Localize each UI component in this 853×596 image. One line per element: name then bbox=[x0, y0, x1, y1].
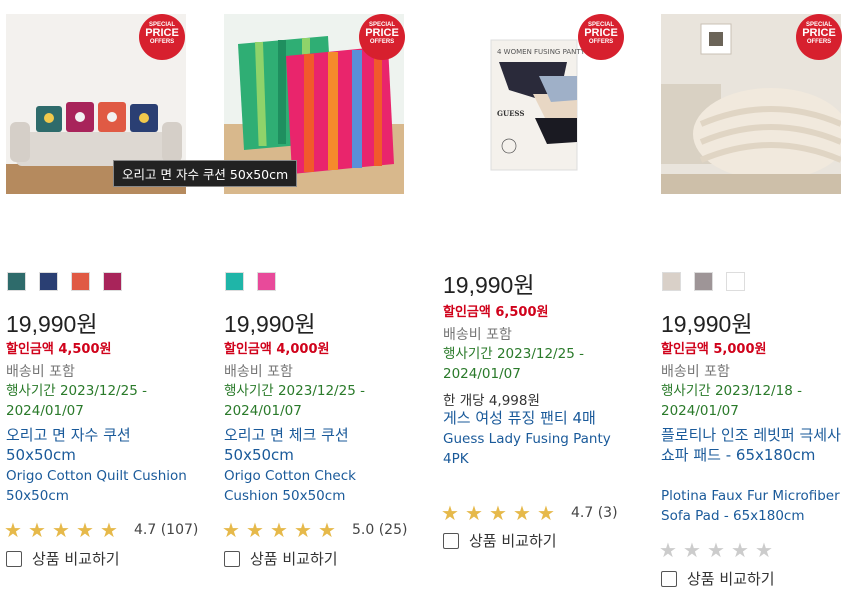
compare-label: 상품 비교하기 bbox=[250, 550, 338, 568]
star-icon: ★ bbox=[246, 518, 264, 542]
shipping-info: 배송비 포함 bbox=[224, 364, 293, 380]
pack-text: 4 WOMEN FUSING PANTY bbox=[497, 48, 586, 56]
badge-text: OFFERS bbox=[588, 39, 614, 45]
color-swatch[interactable] bbox=[71, 272, 90, 291]
star-icon: ★ bbox=[659, 538, 677, 562]
badge-text: PRICE bbox=[365, 27, 399, 39]
compare-checkbox[interactable]: 상품 비교하기 bbox=[224, 548, 338, 569]
star-icon: ★ bbox=[755, 538, 773, 562]
rating: ★ ★ ★ ★ ★ bbox=[659, 540, 777, 560]
checkbox-icon[interactable] bbox=[6, 550, 22, 567]
badge-text: PRICE bbox=[802, 27, 836, 39]
compare-checkbox[interactable]: 상품 비교하기 bbox=[443, 530, 557, 551]
rating-text: 5.0 (25) bbox=[352, 522, 408, 538]
product-name-en[interactable]: Origo Cotton Quilt Cushion 50x50cm bbox=[6, 466, 196, 506]
color-swatch[interactable] bbox=[225, 272, 244, 291]
product-name-en[interactable]: Guess Lady Fusing Panty 4PK bbox=[443, 429, 613, 469]
badge-text: OFFERS bbox=[369, 39, 395, 45]
star-icon: ★ bbox=[222, 518, 240, 542]
rating: ★ ★ ★ ★ ★ 5.0 (25) bbox=[222, 520, 407, 540]
checkbox-icon[interactable] bbox=[443, 532, 459, 549]
special-price-badge: SPECIAL PRICE OFFERS bbox=[796, 14, 842, 60]
shipping-info: 배송비 포함 bbox=[443, 327, 512, 343]
product-tooltip: 오리고 면 자수 쿠션 50x50cm bbox=[113, 160, 298, 187]
color-swatch[interactable] bbox=[7, 272, 26, 291]
shipping-info: 배송비 포함 bbox=[661, 364, 730, 380]
product-name-en[interactable]: Origo Cotton Check Cushion 50x50cm bbox=[224, 466, 414, 506]
badge-text: PRICE bbox=[145, 27, 179, 39]
promo-period: 행사기간 2023/12/25 - 2024/01/07 bbox=[224, 381, 424, 421]
period-start: 행사기간 2023/12/18 - bbox=[661, 383, 802, 399]
compare-checkbox[interactable]: 상품 비교하기 bbox=[661, 568, 775, 589]
period-start: 행사기간 2023/12/25 - bbox=[224, 383, 365, 399]
compare-checkbox[interactable]: 상품 비교하기 bbox=[6, 548, 120, 569]
product-name-en[interactable]: Plotina Faux Fur Microfiber Sofa Pad - 6… bbox=[661, 486, 841, 526]
badge-text: OFFERS bbox=[806, 39, 832, 45]
period-end: 2024/01/07 bbox=[224, 403, 302, 419]
checkbox-icon[interactable] bbox=[661, 570, 677, 587]
period-start: 행사기간 2023/12/25 - bbox=[6, 383, 147, 399]
star-icon: ★ bbox=[270, 518, 288, 542]
shipping-info: 배송비 포함 bbox=[6, 364, 75, 380]
discount-amount: 할인금액 4,500원 bbox=[6, 342, 112, 357]
compare-label: 상품 비교하기 bbox=[469, 532, 557, 550]
compare-label: 상품 비교하기 bbox=[687, 570, 775, 588]
star-icon: ★ bbox=[52, 518, 70, 542]
color-swatch[interactable] bbox=[257, 272, 276, 291]
badge-text: OFFERS bbox=[149, 39, 175, 45]
period-start: 행사기간 2023/12/25 - bbox=[443, 346, 584, 362]
color-swatches bbox=[7, 272, 122, 291]
discount-amount: 할인금액 6,500원 bbox=[443, 305, 549, 320]
product-name-ko[interactable]: 오리고 면 자수 쿠션 50x50cm bbox=[6, 425, 186, 465]
product-name-ko[interactable]: 플로티나 인조 레빗퍼 극세사 쇼파 패드 - 65x180cm bbox=[661, 425, 843, 465]
color-swatch[interactable] bbox=[662, 272, 681, 291]
special-price-badge: SPECIAL PRICE OFFERS bbox=[578, 14, 624, 60]
star-icon: ★ bbox=[294, 518, 312, 542]
promo-period: 행사기간 2023/12/25 - 2024/01/07 bbox=[443, 344, 643, 384]
star-icon: ★ bbox=[4, 518, 22, 542]
price: 19,990원 bbox=[224, 311, 316, 337]
rating: ★ ★ ★ ★ ★ 4.7 (3) bbox=[441, 503, 618, 523]
unit-price: 한 개당 4,998원 bbox=[443, 393, 540, 409]
color-swatch[interactable] bbox=[694, 272, 713, 291]
color-swatch[interactable] bbox=[39, 272, 58, 291]
period-end: 2024/01/07 bbox=[6, 403, 84, 419]
period-end: 2024/01/07 bbox=[661, 403, 739, 419]
star-icon: ★ bbox=[513, 501, 531, 525]
color-swatches bbox=[662, 272, 745, 291]
special-price-badge: SPECIAL PRICE OFFERS bbox=[139, 14, 185, 60]
star-icon: ★ bbox=[683, 538, 701, 562]
price: 19,990원 bbox=[6, 311, 98, 337]
star-icon: ★ bbox=[465, 501, 483, 525]
product-name-ko[interactable]: 오리고 면 체크 쿠션 50x50cm bbox=[224, 425, 404, 465]
special-price-badge: SPECIAL PRICE OFFERS bbox=[359, 14, 405, 60]
star-icon: ★ bbox=[731, 538, 749, 562]
star-icon: ★ bbox=[76, 518, 94, 542]
period-end: 2024/01/07 bbox=[443, 366, 521, 382]
checkbox-icon[interactable] bbox=[224, 550, 240, 567]
color-swatch[interactable] bbox=[103, 272, 122, 291]
star-icon: ★ bbox=[100, 518, 118, 542]
star-icon: ★ bbox=[707, 538, 725, 562]
promo-period: 행사기간 2023/12/18 - 2024/01/07 bbox=[661, 381, 853, 421]
price: 19,990원 bbox=[661, 311, 753, 337]
rating-text: 4.7 (3) bbox=[571, 505, 618, 521]
product-name-ko[interactable]: 게스 여성 퓨징 팬티 4매 bbox=[443, 408, 623, 428]
discount-amount: 할인금액 5,000원 bbox=[661, 342, 767, 357]
color-swatch[interactable] bbox=[726, 272, 745, 291]
star-icon: ★ bbox=[537, 501, 555, 525]
star-icon: ★ bbox=[28, 518, 46, 542]
color-swatches bbox=[225, 272, 276, 291]
rating: ★ ★ ★ ★ ★ 4.7 (107) bbox=[4, 520, 198, 540]
compare-label: 상품 비교하기 bbox=[32, 550, 120, 568]
star-icon: ★ bbox=[318, 518, 336, 542]
price: 19,990원 bbox=[443, 272, 535, 298]
star-icon: ★ bbox=[489, 501, 507, 525]
discount-amount: 할인금액 4,000원 bbox=[224, 342, 330, 357]
promo-period: 행사기간 2023/12/25 - 2024/01/07 bbox=[6, 381, 206, 421]
rating-text: 4.7 (107) bbox=[134, 522, 199, 538]
brand-text: GUESS bbox=[497, 109, 524, 118]
badge-text: PRICE bbox=[584, 27, 618, 39]
star-icon: ★ bbox=[441, 501, 459, 525]
